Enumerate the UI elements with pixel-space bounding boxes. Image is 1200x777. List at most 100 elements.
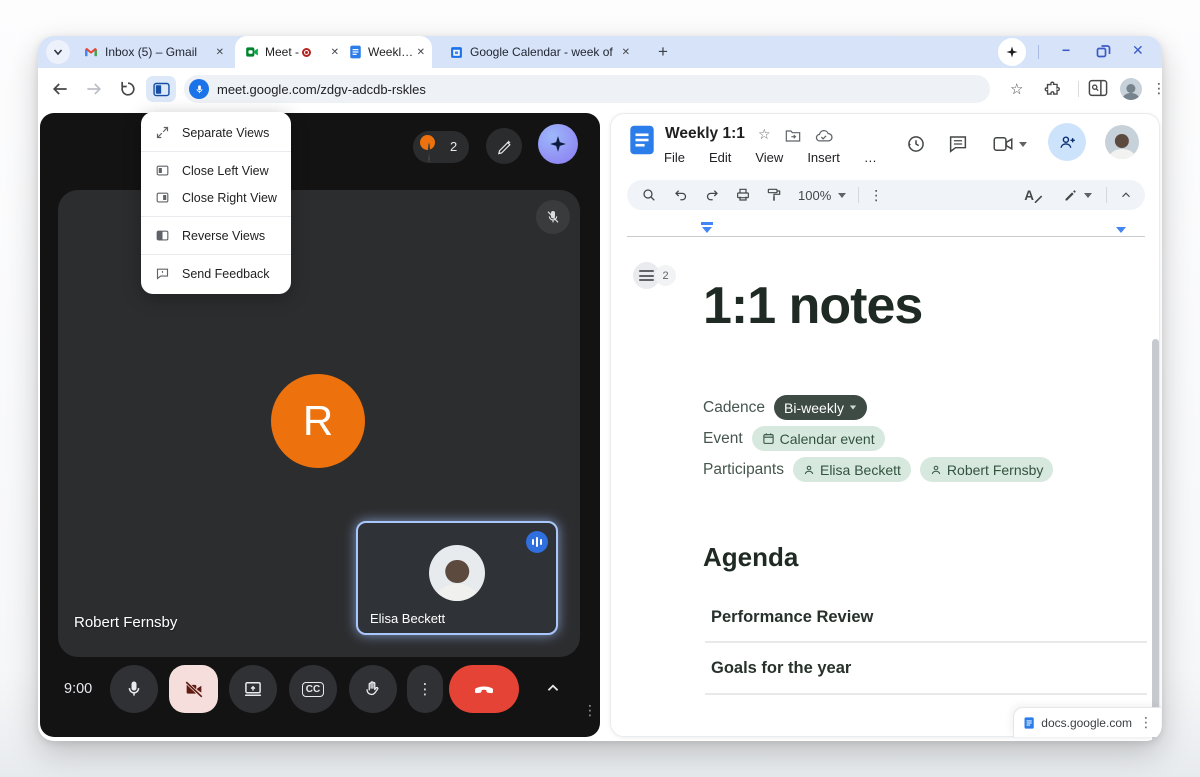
divider: [705, 641, 1147, 643]
url-text: meet.google.com/zdgv-adcdb-rskles: [217, 82, 426, 97]
end-call-button[interactable]: [449, 665, 519, 713]
menu-overflow[interactable]: …: [864, 150, 877, 165]
site-badge-menu[interactable]: ⋮: [1139, 714, 1153, 731]
paint-roller-icon: [766, 187, 782, 203]
present-screen-button[interactable]: [229, 665, 277, 713]
tab-meet[interactable]: Meet - ✕: [235, 36, 345, 68]
browser-profile-avatar[interactable]: [1120, 78, 1142, 100]
back-button[interactable]: [50, 79, 70, 99]
redo-button[interactable]: [704, 187, 720, 203]
collapse-toolbar-button[interactable]: [1119, 188, 1133, 202]
avatar-initial: R: [271, 374, 365, 468]
menu-item-send-feedback[interactable]: Send Feedback: [141, 260, 291, 287]
comments-button[interactable]: [948, 135, 968, 153]
agenda-item: Goals for the year: [711, 659, 851, 678]
toolbar-right: A: [1024, 187, 1145, 203]
move-to-folder-button[interactable]: [785, 129, 801, 143]
star-document-button[interactable]: ☆: [758, 126, 771, 143]
print-button[interactable]: [735, 187, 751, 203]
pane-resize-handle[interactable]: ⋮: [583, 702, 597, 719]
menu-insert[interactable]: Insert: [807, 150, 840, 165]
menu-edit[interactable]: Edit: [709, 150, 731, 165]
comment-anchor-badge[interactable]: 2: [633, 262, 679, 289]
gemini-button[interactable]: [538, 124, 578, 164]
site-badge[interactable]: docs.google.com ⋮: [1013, 707, 1161, 737]
side-panel-button[interactable]: [1088, 79, 1108, 97]
camera-off-button[interactable]: [169, 665, 218, 713]
bookmark-star-button[interactable]: ☆: [1010, 80, 1023, 98]
event-chip[interactable]: Calendar event: [752, 426, 885, 451]
cadence-chip[interactable]: Bi-weekly: [774, 395, 867, 420]
tab-docs[interactable]: Weekly 1 ✕: [347, 36, 431, 68]
minimize-button[interactable]: −: [1062, 42, 1070, 58]
document-title[interactable]: Weekly 1:1: [665, 125, 745, 143]
back-icon: [50, 79, 70, 99]
menu-item-separate-views[interactable]: Separate Views: [141, 119, 291, 146]
event-row: Event Calendar event: [703, 426, 885, 451]
undo-button[interactable]: [673, 187, 689, 203]
tab-organizer-button[interactable]: [998, 38, 1026, 66]
mic-in-use-chip[interactable]: [189, 79, 209, 99]
docs-scrollbar[interactable]: [1152, 339, 1159, 741]
participant-name: Elisa Beckett: [820, 462, 901, 478]
zoom-select[interactable]: 100%: [798, 188, 831, 203]
menu-divider: [141, 151, 291, 152]
raise-hand-button[interactable]: [349, 665, 397, 713]
menu-view[interactable]: View: [755, 150, 783, 165]
tab-close-icon[interactable]: ✕: [622, 47, 630, 58]
participants-pill[interactable]: 2: [413, 131, 469, 163]
address-bar[interactable]: meet.google.com/zdgv-adcdb-rskles: [184, 75, 990, 103]
tab-label: Meet -: [265, 45, 299, 59]
version-history-button[interactable]: [906, 134, 926, 154]
tab-close-icon[interactable]: ✕: [216, 47, 224, 58]
search-menus-button[interactable]: [641, 187, 657, 203]
participant-chip[interactable]: Robert Fernsby: [920, 457, 1053, 482]
paint-format-button[interactable]: [766, 187, 782, 203]
docs-icon: [1024, 715, 1034, 731]
search-icon: [641, 187, 657, 203]
puzzle-icon: [1044, 79, 1063, 98]
share-button[interactable]: [1048, 123, 1086, 161]
meeting-time: 9:00: [64, 681, 92, 697]
meet-call-button[interactable]: [993, 136, 1027, 152]
menu-item-reverse-views[interactable]: Reverse Views: [141, 222, 291, 249]
menu-item-close-right-view[interactable]: Close Right View: [141, 184, 291, 211]
more-options-button[interactable]: ⋮: [407, 665, 443, 713]
calendar-event-icon: [762, 432, 775, 445]
caret-down-icon[interactable]: [838, 193, 846, 198]
editing-mode-button[interactable]: [1063, 188, 1092, 203]
left-indent-marker[interactable]: [702, 227, 712, 233]
text-format-button[interactable]: A: [1024, 188, 1043, 203]
participant-chip[interactable]: Elisa Beckett: [793, 457, 911, 482]
docs-icon: [629, 124, 655, 156]
mic-button[interactable]: [110, 665, 158, 713]
close-window-button[interactable]: ✕: [1132, 42, 1144, 59]
collapse-controls-button[interactable]: [542, 677, 564, 699]
captions-button[interactable]: CC: [289, 665, 337, 713]
restore-button[interactable]: [1096, 44, 1111, 59]
indent-marker-bar[interactable]: [701, 222, 713, 225]
background-effects-button[interactable]: [486, 128, 522, 164]
video-tile-self[interactable]: Elisa Beckett: [356, 521, 558, 635]
menu-file[interactable]: File: [664, 150, 685, 165]
tab-gmail[interactable]: Inbox (5) – Gmail ✕: [76, 36, 232, 68]
docs-profile-avatar[interactable]: [1105, 125, 1139, 159]
active-tab-group: Meet - ✕ Weekly 1 ✕: [235, 36, 432, 68]
forward-button[interactable]: [84, 79, 104, 99]
doc-heading: 1:1 notes: [703, 276, 922, 336]
divider: [1078, 81, 1079, 97]
browser-menu-button[interactable]: ⋮: [1152, 80, 1162, 97]
extensions-button[interactable]: [1044, 79, 1063, 98]
site-badge-url: docs.google.com: [1041, 716, 1132, 730]
mic-off-icon: [545, 209, 561, 225]
toolbar-overflow-button[interactable]: ⋮: [869, 187, 883, 204]
tab-close-icon[interactable]: ✕: [331, 47, 339, 58]
menu-item-close-left-view[interactable]: Close Left View: [141, 157, 291, 184]
tab-calendar[interactable]: Google Calendar - week of ✕: [442, 36, 638, 68]
tab-close-icon[interactable]: ✕: [417, 47, 425, 58]
tab-search-button[interactable]: [46, 40, 70, 64]
new-tab-button[interactable]: +: [652, 41, 674, 63]
right-indent-marker[interactable]: [1116, 227, 1126, 233]
reload-button[interactable]: [118, 79, 138, 99]
split-view-button[interactable]: [146, 76, 176, 102]
